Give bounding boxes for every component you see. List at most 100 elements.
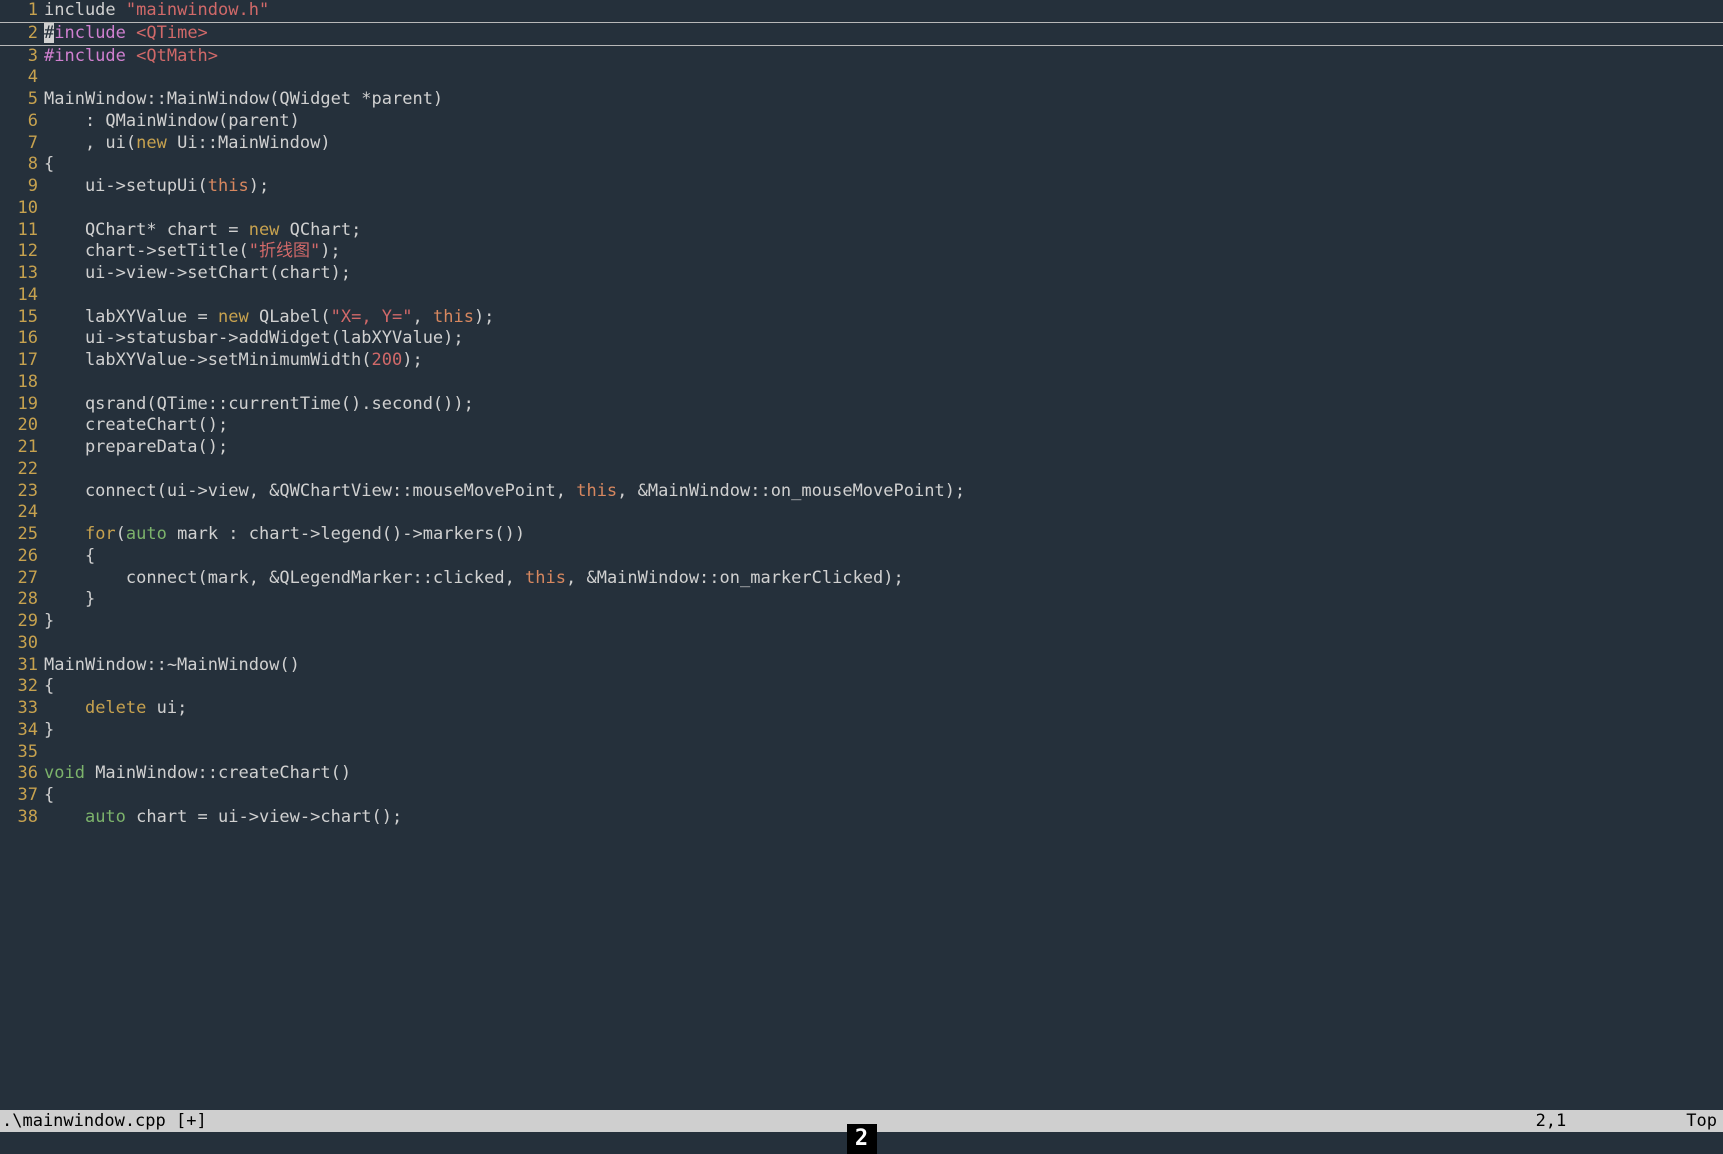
line-number: 15 bbox=[0, 307, 44, 329]
code-line[interactable]: 37{ bbox=[0, 785, 1723, 807]
code-line[interactable]: 25 for(auto mark : chart->legend()->mark… bbox=[0, 524, 1723, 546]
code-content[interactable]: MainWindow::~MainWindow() bbox=[44, 655, 1723, 677]
code-line[interactable]: 3#include <QtMath> bbox=[0, 46, 1723, 68]
code-line[interactable]: 33 delete ui; bbox=[0, 698, 1723, 720]
code-line[interactable]: 1include "mainwindow.h" bbox=[0, 0, 1723, 22]
code-line[interactable]: 13 ui->view->setChart(chart); bbox=[0, 263, 1723, 285]
code-line[interactable]: 26 { bbox=[0, 546, 1723, 568]
code-line[interactable]: 20 createChart(); bbox=[0, 415, 1723, 437]
code-line[interactable]: 27 connect(mark, &QLegendMarker::clicked… bbox=[0, 568, 1723, 590]
code-content[interactable]: connect(mark, &QLegendMarker::clicked, t… bbox=[44, 568, 1723, 590]
code-content[interactable]: void MainWindow::createChart() bbox=[44, 763, 1723, 785]
code-content[interactable]: prepareData(); bbox=[44, 437, 1723, 459]
code-line[interactable]: 34} bbox=[0, 720, 1723, 742]
line-number: 14 bbox=[0, 285, 44, 307]
code-content[interactable]: QChart* chart = new QChart; bbox=[44, 220, 1723, 242]
line-number: 30 bbox=[0, 633, 44, 655]
code-line[interactable]: 17 labXYValue->setMinimumWidth(200); bbox=[0, 350, 1723, 372]
code-content[interactable] bbox=[44, 67, 1723, 89]
code-content[interactable]: : QMainWindow(parent) bbox=[44, 111, 1723, 133]
code-line[interactable]: 16 ui->statusbar->addWidget(labXYValue); bbox=[0, 328, 1723, 350]
code-line[interactable]: 36void MainWindow::createChart() bbox=[0, 763, 1723, 785]
line-number: 17 bbox=[0, 350, 44, 372]
code-content[interactable]: } bbox=[44, 611, 1723, 633]
code-content[interactable]: { bbox=[44, 785, 1723, 807]
code-content[interactable]: , ui(new Ui::MainWindow) bbox=[44, 133, 1723, 155]
code-line[interactable]: 18 bbox=[0, 372, 1723, 394]
code-content[interactable]: ui->setupUi(this); bbox=[44, 176, 1723, 198]
code-line[interactable]: 21 prepareData(); bbox=[0, 437, 1723, 459]
line-number: 37 bbox=[0, 785, 44, 807]
code-content[interactable]: { bbox=[44, 154, 1723, 176]
code-content[interactable]: } bbox=[44, 720, 1723, 742]
code-content[interactable]: { bbox=[44, 546, 1723, 568]
code-line[interactable]: 7 , ui(new Ui::MainWindow) bbox=[0, 133, 1723, 155]
code-content[interactable] bbox=[44, 285, 1723, 307]
code-content[interactable]: labXYValue = new QLabel("X=, Y=", this); bbox=[44, 307, 1723, 329]
line-number: 23 bbox=[0, 481, 44, 503]
command-line[interactable]: 1 line less; after #5 14:48:25 2 bbox=[0, 1132, 1723, 1154]
code-line[interactable]: 38 auto chart = ui->view->chart(); bbox=[0, 807, 1723, 829]
status-position: 2,1 bbox=[1536, 1110, 1687, 1132]
code-content[interactable]: labXYValue->setMinimumWidth(200); bbox=[44, 350, 1723, 372]
code-line[interactable]: 29} bbox=[0, 611, 1723, 633]
code-line[interactable]: 35 bbox=[0, 742, 1723, 764]
line-number: 32 bbox=[0, 676, 44, 698]
code-content[interactable] bbox=[44, 502, 1723, 524]
code-line[interactable]: 32{ bbox=[0, 676, 1723, 698]
editor-area[interactable]: 1include "mainwindow.h"2#include <QTime>… bbox=[0, 0, 1723, 1110]
line-number: 13 bbox=[0, 263, 44, 285]
line-number: 33 bbox=[0, 698, 44, 720]
code-content[interactable] bbox=[44, 198, 1723, 220]
code-content[interactable] bbox=[44, 742, 1723, 764]
line-number: 12 bbox=[0, 241, 44, 263]
cursor: # bbox=[44, 23, 54, 43]
code-content[interactable]: } bbox=[44, 589, 1723, 611]
code-line[interactable]: 11 QChart* chart = new QChart; bbox=[0, 220, 1723, 242]
code-line[interactable]: 6 : QMainWindow(parent) bbox=[0, 111, 1723, 133]
code-content[interactable]: for(auto mark : chart->legend()->markers… bbox=[44, 524, 1723, 546]
code-content[interactable]: ui->statusbar->addWidget(labXYValue); bbox=[44, 328, 1723, 350]
code-content[interactable]: #include <QTime> bbox=[44, 23, 1723, 45]
line-number: 31 bbox=[0, 655, 44, 677]
code-line[interactable]: 28 } bbox=[0, 589, 1723, 611]
code-line[interactable]: 30 bbox=[0, 633, 1723, 655]
code-content[interactable]: #include <QtMath> bbox=[44, 46, 1723, 68]
line-number: 1 bbox=[0, 0, 44, 22]
line-number: 6 bbox=[0, 111, 44, 133]
code-content[interactable]: { bbox=[44, 676, 1723, 698]
code-line[interactable]: 22 bbox=[0, 459, 1723, 481]
code-content[interactable]: include "mainwindow.h" bbox=[44, 0, 1723, 22]
code-content[interactable]: connect(ui->view, &QWChartView::mouseMov… bbox=[44, 481, 1723, 503]
code-content[interactable]: delete ui; bbox=[44, 698, 1723, 720]
line-number: 21 bbox=[0, 437, 44, 459]
code-line[interactable]: 8{ bbox=[0, 154, 1723, 176]
code-line[interactable]: 12 chart->setTitle("折线图"); bbox=[0, 241, 1723, 263]
line-number: 20 bbox=[0, 415, 44, 437]
code-line[interactable]: 24 bbox=[0, 502, 1723, 524]
page-badge: 2 bbox=[847, 1124, 877, 1154]
line-number: 7 bbox=[0, 133, 44, 155]
code-line[interactable]: 15 labXYValue = new QLabel("X=, Y=", thi… bbox=[0, 307, 1723, 329]
line-number: 3 bbox=[0, 46, 44, 68]
code-line[interactable]: 4 bbox=[0, 67, 1723, 89]
code-content[interactable]: createChart(); bbox=[44, 415, 1723, 437]
code-content[interactable]: MainWindow::MainWindow(QWidget *parent) bbox=[44, 89, 1723, 111]
code-line[interactable]: 9 ui->setupUi(this); bbox=[0, 176, 1723, 198]
code-content[interactable]: auto chart = ui->view->chart(); bbox=[44, 807, 1723, 829]
code-line[interactable]: 2#include <QTime> bbox=[0, 22, 1723, 46]
code-line[interactable]: 31MainWindow::~MainWindow() bbox=[0, 655, 1723, 677]
code-content[interactable] bbox=[44, 633, 1723, 655]
code-line[interactable]: 23 connect(ui->view, &QWChartView::mouse… bbox=[0, 481, 1723, 503]
code-content[interactable]: ui->view->setChart(chart); bbox=[44, 263, 1723, 285]
code-content[interactable]: chart->setTitle("折线图"); bbox=[44, 241, 1723, 263]
code-content[interactable] bbox=[44, 459, 1723, 481]
code-content[interactable] bbox=[44, 372, 1723, 394]
line-number: 28 bbox=[0, 589, 44, 611]
code-line[interactable]: 14 bbox=[0, 285, 1723, 307]
code-line[interactable]: 19 qsrand(QTime::currentTime().second())… bbox=[0, 394, 1723, 416]
code-line[interactable]: 5MainWindow::MainWindow(QWidget *parent) bbox=[0, 89, 1723, 111]
code-line[interactable]: 10 bbox=[0, 198, 1723, 220]
line-number: 2 bbox=[0, 23, 44, 45]
code-content[interactable]: qsrand(QTime::currentTime().second()); bbox=[44, 394, 1723, 416]
